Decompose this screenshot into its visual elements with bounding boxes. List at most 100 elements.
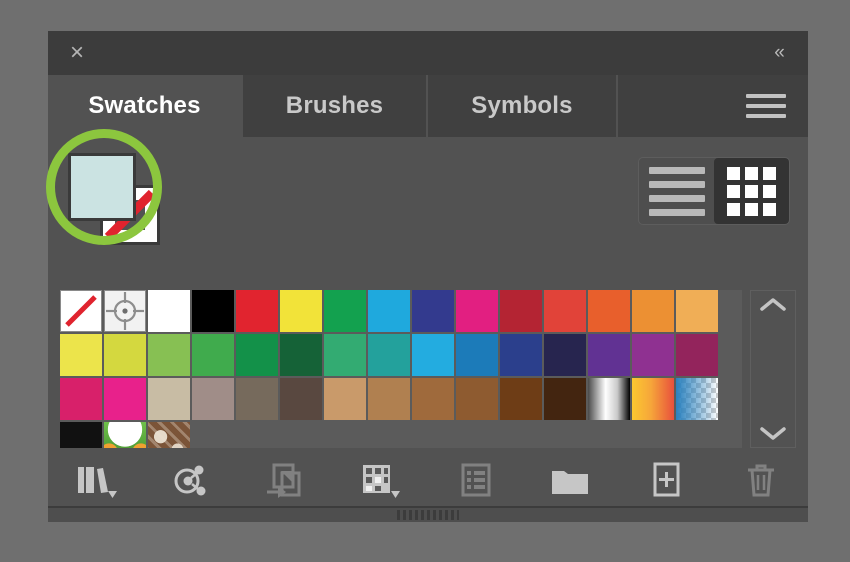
swatch-forest-green[interactable] bbox=[280, 334, 322, 376]
swatch-pattern-soft-dot[interactable] bbox=[60, 422, 102, 448]
swatch-bronze[interactable] bbox=[412, 378, 454, 420]
swatch-row bbox=[60, 334, 742, 378]
swatch-none[interactable] bbox=[60, 290, 102, 332]
swatch-ocean-blue[interactable] bbox=[456, 334, 498, 376]
swatch-options-button[interactable] bbox=[428, 455, 523, 501]
grid-view-button[interactable] bbox=[714, 158, 789, 224]
swatch-blue[interactable] bbox=[368, 290, 410, 332]
list-view-button[interactable] bbox=[639, 158, 714, 224]
swatch-orange[interactable] bbox=[588, 290, 630, 332]
menu-line bbox=[746, 114, 786, 118]
swatch-grid-scrollbar[interactable] bbox=[750, 290, 796, 448]
grid-view-icon bbox=[727, 166, 776, 216]
swatch-white-black-gradient[interactable] bbox=[588, 378, 630, 420]
list-view-icon bbox=[648, 166, 705, 216]
swatch-amber[interactable] bbox=[632, 290, 674, 332]
swatch-blue-fade-gradient[interactable] bbox=[676, 378, 718, 420]
swatch-grid[interactable] bbox=[60, 290, 742, 448]
swatch-warm-gray[interactable] bbox=[236, 378, 278, 420]
swatch-pattern-foliage[interactable] bbox=[104, 422, 146, 448]
chevron-down-icon[interactable] bbox=[756, 419, 790, 447]
swatch-sienna[interactable] bbox=[456, 378, 498, 420]
swatch-sky-blue[interactable] bbox=[412, 334, 454, 376]
swatch-pattern-ornament[interactable] bbox=[148, 422, 190, 448]
swatch-plum[interactable] bbox=[676, 334, 718, 376]
screen: × « Swatches Brushes Symbols bbox=[0, 0, 850, 562]
swatch-camel[interactable] bbox=[368, 378, 410, 420]
swatch-row bbox=[60, 290, 742, 334]
tab-symbols[interactable]: Symbols bbox=[428, 75, 618, 137]
new-swatch-icon bbox=[653, 462, 679, 497]
swatch-black[interactable] bbox=[192, 290, 234, 332]
swatch-libraries-menu-button[interactable] bbox=[48, 455, 143, 501]
swatch-lime-green[interactable] bbox=[148, 334, 190, 376]
swatch-pattern-overlay bbox=[60, 422, 102, 448]
swatch-red[interactable] bbox=[236, 290, 278, 332]
panel-titlebar: × « bbox=[48, 31, 808, 75]
add-selected-to-swatches-button[interactable] bbox=[238, 455, 333, 501]
new-color-group-button[interactable] bbox=[523, 455, 618, 501]
swatch-crimson[interactable] bbox=[500, 290, 542, 332]
options-list-icon bbox=[461, 463, 490, 497]
books-icon bbox=[77, 467, 117, 498]
swatch-jade[interactable] bbox=[324, 334, 366, 376]
panel-menu-icon[interactable] bbox=[746, 94, 786, 118]
swatch-violet[interactable] bbox=[588, 334, 630, 376]
swatch-yellow-red-gradient[interactable] bbox=[632, 378, 674, 420]
swatch-dark-taupe[interactable] bbox=[280, 378, 322, 420]
tab-brushes[interactable]: Brushes bbox=[243, 75, 428, 137]
swatch-emerald[interactable] bbox=[236, 334, 278, 376]
color-group-icon bbox=[174, 465, 205, 496]
swatch-taupe[interactable] bbox=[192, 378, 234, 420]
fill-stroke-indicator bbox=[46, 129, 168, 245]
swatch-yellow[interactable] bbox=[280, 290, 322, 332]
panel-footer bbox=[48, 506, 808, 522]
folder-icon bbox=[551, 471, 588, 494]
panel-tabbar: Swatches Brushes Symbols bbox=[48, 75, 808, 137]
tab-swatches[interactable]: Swatches bbox=[48, 75, 243, 137]
swatch-red-orange[interactable] bbox=[544, 290, 586, 332]
swatch-green[interactable] bbox=[324, 290, 366, 332]
swatch-pattern-overlay bbox=[104, 422, 146, 448]
swatch-white[interactable] bbox=[148, 290, 190, 332]
swatch-purple[interactable] bbox=[632, 334, 674, 376]
swatch-lemon[interactable] bbox=[60, 334, 102, 376]
swatch-registration[interactable] bbox=[104, 290, 146, 332]
swatch-magenta[interactable] bbox=[456, 290, 498, 332]
swatch-royal-blue[interactable] bbox=[500, 334, 542, 376]
swatches-panel: × « Swatches Brushes Symbols bbox=[46, 31, 808, 522]
delete-swatch-button[interactable] bbox=[713, 455, 808, 501]
swatch-kinds-menu-button[interactable] bbox=[333, 455, 428, 501]
show-swatch-kinds-button[interactable] bbox=[143, 455, 238, 501]
trash-icon bbox=[747, 464, 774, 497]
menu-line bbox=[746, 94, 786, 98]
swatch-teal[interactable] bbox=[368, 334, 410, 376]
tabbar-filler bbox=[618, 75, 808, 137]
resize-grip[interactable] bbox=[397, 510, 459, 520]
swatch-row bbox=[60, 422, 742, 448]
menu-line bbox=[746, 104, 786, 108]
view-mode-toggle bbox=[638, 157, 790, 225]
swatch-gradient-overlay bbox=[676, 378, 718, 420]
swatch-pattern-overlay bbox=[148, 422, 190, 448]
swatch-citron[interactable] bbox=[104, 334, 146, 376]
swatch-light-orange[interactable] bbox=[676, 290, 718, 332]
swatch-dark-brown[interactable] bbox=[544, 378, 586, 420]
swatch-dark-blue[interactable] bbox=[412, 290, 454, 332]
swatch-kinds-icon bbox=[362, 465, 400, 498]
swatch-chocolate[interactable] bbox=[500, 378, 542, 420]
swatch-row bbox=[60, 378, 742, 422]
close-icon[interactable]: × bbox=[64, 40, 90, 66]
fill-swatch[interactable] bbox=[68, 153, 136, 221]
swatch-rose[interactable] bbox=[60, 378, 102, 420]
swatch-pink[interactable] bbox=[104, 378, 146, 420]
chevron-up-icon[interactable] bbox=[756, 291, 790, 319]
swatch-navy[interactable] bbox=[544, 334, 586, 376]
collapse-panel-icon[interactable]: « bbox=[764, 41, 794, 65]
new-swatch-button[interactable] bbox=[618, 455, 713, 501]
swatch-tan[interactable] bbox=[324, 378, 366, 420]
swatch-leaf-green[interactable] bbox=[192, 334, 234, 376]
swatch-sand[interactable] bbox=[148, 378, 190, 420]
import-swatch-icon bbox=[266, 463, 300, 498]
panel-controls-row bbox=[46, 129, 808, 247]
